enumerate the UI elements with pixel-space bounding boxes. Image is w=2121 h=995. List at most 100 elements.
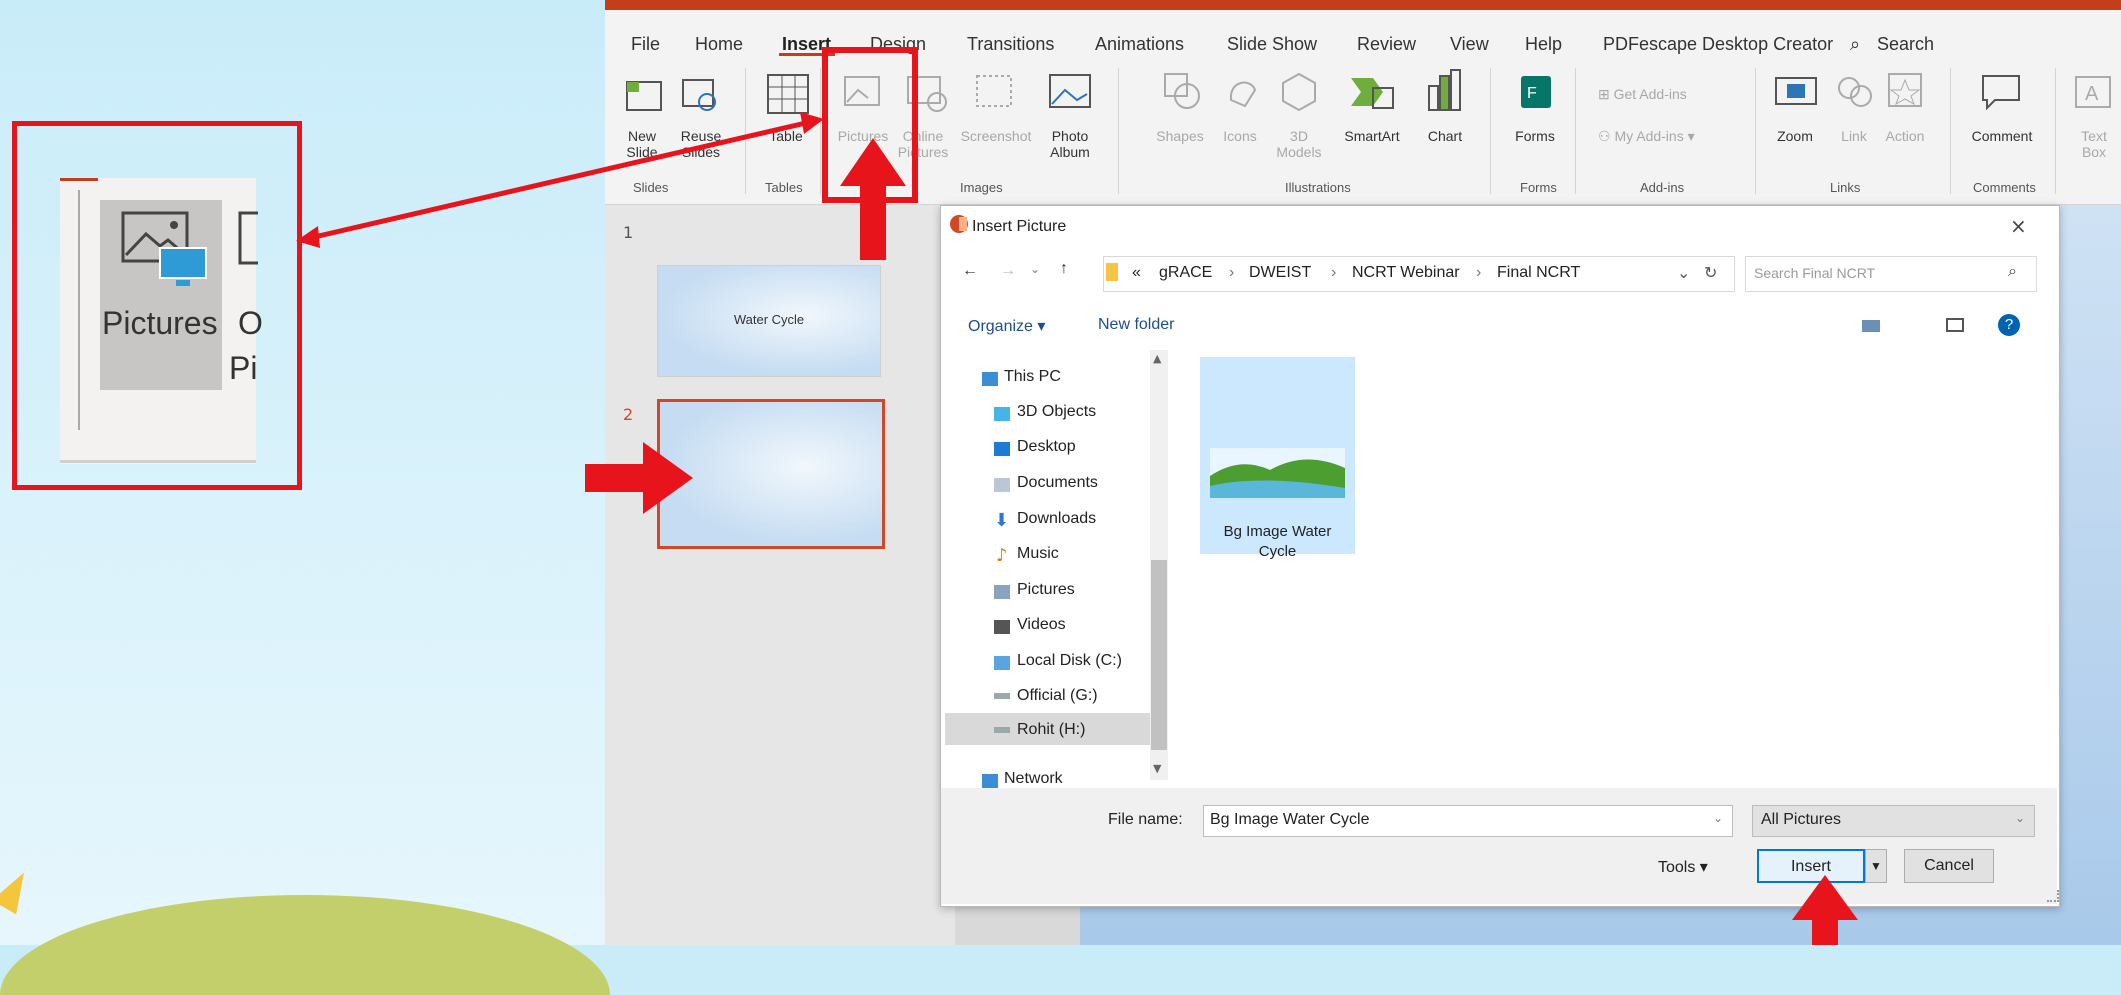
scroll-down-icon[interactable]: ▼ <box>1153 762 1161 775</box>
organize-menu[interactable]: Organize ▾ <box>968 316 1045 336</box>
shapes-button[interactable]: Shapes <box>1150 128 1210 144</box>
search-box[interactable]: Search Final NCRT ⌕ <box>1745 256 2037 292</box>
action-button[interactable]: Action <box>1877 128 1933 144</box>
get-addins-label: Get Add-ins <box>1613 86 1687 102</box>
file-name-dropdown-icon[interactable]: ⌄ <box>1713 811 1723 825</box>
folder-icon <box>1106 263 1118 281</box>
desktop-icon <box>994 442 1010 456</box>
smartart-button[interactable]: SmartArt <box>1335 128 1409 144</box>
zoom-icon <box>1775 77 1817 105</box>
breadcrumb-grace[interactable]: gRACE <box>1159 264 1212 282</box>
photo-album-button[interactable]: Photo Album <box>1037 128 1103 160</box>
photo-album-label-2: Album <box>1050 144 1090 160</box>
tab-search[interactable]: Search <box>1877 34 1934 55</box>
drive-icon <box>994 727 1010 733</box>
get-addins-button[interactable]: ⊞ Get Add-ins <box>1598 86 1728 102</box>
file-type-select[interactable]: All Pictures <box>1752 805 2035 837</box>
help-icon[interactable]: ? <box>1998 314 2020 336</box>
chart-button[interactable]: Chart <box>1417 128 1473 144</box>
chart-icon <box>1428 69 1461 111</box>
search-placeholder: Search Final NCRT <box>1754 265 1876 281</box>
zoom-highlight-box <box>12 121 302 490</box>
breadcrumb-dweist[interactable]: DWEIST <box>1249 264 1311 282</box>
close-icon[interactable]: × <box>2010 214 2027 238</box>
tab-animations[interactable]: Animations <box>1095 34 1184 55</box>
view-options-icon[interactable] <box>1862 320 1880 332</box>
breadcrumb-separator: › <box>1476 264 1482 281</box>
file-name-line-1: Bg Image Water <box>1223 523 1332 540</box>
up-arrow-icon[interactable]: ↑ <box>1060 260 1068 278</box>
group-links-label: Links <box>1830 180 1861 195</box>
nav-official-g[interactable]: Official (G:) <box>1017 687 1098 705</box>
tab-home[interactable]: Home <box>695 34 743 55</box>
svg-text:A: A <box>2085 83 2099 105</box>
tab-review[interactable]: Review <box>1357 34 1416 55</box>
tab-transitions[interactable]: Transitions <box>967 34 1054 55</box>
nav-local-disk-c[interactable]: Local Disk (C:) <box>1017 652 1122 670</box>
separator <box>1950 68 1951 194</box>
address-bar[interactable]: « gRACE › DWEIST › NCRT Webinar › Final … <box>1103 256 1735 292</box>
file-name-caption: File name: <box>1108 811 1183 828</box>
tab-help[interactable]: Help <box>1525 34 1562 55</box>
action-icon <box>1888 73 1922 107</box>
right-arrow-annotation <box>585 442 693 514</box>
tab-pdfescape[interactable]: PDFescape Desktop Creator <box>1603 34 1833 55</box>
forward-arrow-icon[interactable]: → <box>1000 262 1016 280</box>
tab-slide-show[interactable]: Slide Show <box>1227 34 1317 55</box>
nav-videos[interactable]: Videos <box>1017 616 1066 634</box>
group-comments-label: Comments <box>1973 180 2036 195</box>
nav-downloads[interactable]: Downloads <box>1017 510 1096 528</box>
nav-desktop[interactable]: Desktop <box>1017 438 1076 456</box>
scroll-up-icon[interactable]: ▲ <box>1153 352 1161 365</box>
sun-decoration <box>0 865 37 915</box>
separator <box>1118 68 1119 194</box>
tab-view[interactable]: View <box>1450 34 1489 55</box>
zoom-button[interactable]: Zoom <box>1765 128 1825 144</box>
breadcrumb-ncrt-webinar[interactable]: NCRT Webinar <box>1352 264 1460 282</box>
network-icon <box>982 774 998 788</box>
slide-thumbnail-1[interactable]: Water Cycle <box>657 265 881 377</box>
shapes-icon <box>1164 73 1200 109</box>
recent-chevron-icon[interactable]: ⌄ <box>1030 262 1040 276</box>
nav-rohit-h[interactable]: Rohit (H:) <box>1017 721 1085 739</box>
nav-music[interactable]: Music <box>1017 545 1059 563</box>
3d-models-button[interactable]: 3D Models <box>1269 128 1329 160</box>
refresh-icon[interactable]: ↻ <box>1704 263 1717 283</box>
cancel-button[interactable]: Cancel <box>1904 849 1994 883</box>
my-addins-button[interactable]: ⚇ My Add-ins ▾ <box>1598 128 1728 144</box>
tools-label: Tools <box>1658 859 1696 876</box>
file-type-dropdown-icon[interactable]: ⌄ <box>2015 811 2025 825</box>
photo-album-icon <box>1049 74 1091 108</box>
file-name-input[interactable]: Bg Image Water Cycle <box>1203 805 1733 837</box>
search-icon: ⌕ <box>1850 34 1861 54</box>
nav-network[interactable]: Network <box>1004 770 1063 788</box>
forms-icon: F <box>1521 76 1551 108</box>
breadcrumb-overflow[interactable]: « <box>1132 264 1141 282</box>
screenshot-button[interactable]: Screenshot <box>957 128 1035 144</box>
breadcrumb-final-ncrt[interactable]: Final NCRT <box>1497 264 1580 282</box>
group-forms-label: Forms <box>1520 180 1557 195</box>
nav-this-pc[interactable]: This PC <box>1004 368 1061 386</box>
my-addins-label: My Add-ins <box>1614 128 1684 144</box>
link-button[interactable]: Link <box>1831 128 1877 144</box>
icons-button[interactable]: Icons <box>1215 128 1265 144</box>
text-box-button[interactable]: Text Box <box>2067 128 2121 160</box>
preview-pane-icon[interactable] <box>1946 318 1964 332</box>
resize-grip[interactable] <box>2047 890 2059 902</box>
tab-file[interactable]: File <box>631 34 660 55</box>
nav-documents[interactable]: Documents <box>1017 474 1098 492</box>
up-arrow-annotation <box>840 138 906 260</box>
link-icon <box>1838 77 1872 107</box>
tools-menu[interactable]: Tools ▾ <box>1658 857 1708 877</box>
nav-3d-objects[interactable]: 3D Objects <box>1017 403 1096 421</box>
new-folder-button[interactable]: New folder <box>1098 316 1174 334</box>
comment-button[interactable]: Comment <box>1961 128 2043 144</box>
smartart-icon <box>1351 78 1394 109</box>
address-dropdown-icon[interactable]: ⌄ <box>1677 263 1690 283</box>
nav-scroll-thumb[interactable] <box>1151 560 1167 750</box>
slide-1-title: Water Cycle <box>733 312 805 327</box>
back-arrow-icon[interactable]: ← <box>962 262 978 280</box>
insert-dropdown-icon[interactable]: ▼ <box>1865 849 1887 883</box>
forms-button[interactable]: Forms <box>1505 128 1565 144</box>
nav-pictures[interactable]: Pictures <box>1017 581 1075 599</box>
